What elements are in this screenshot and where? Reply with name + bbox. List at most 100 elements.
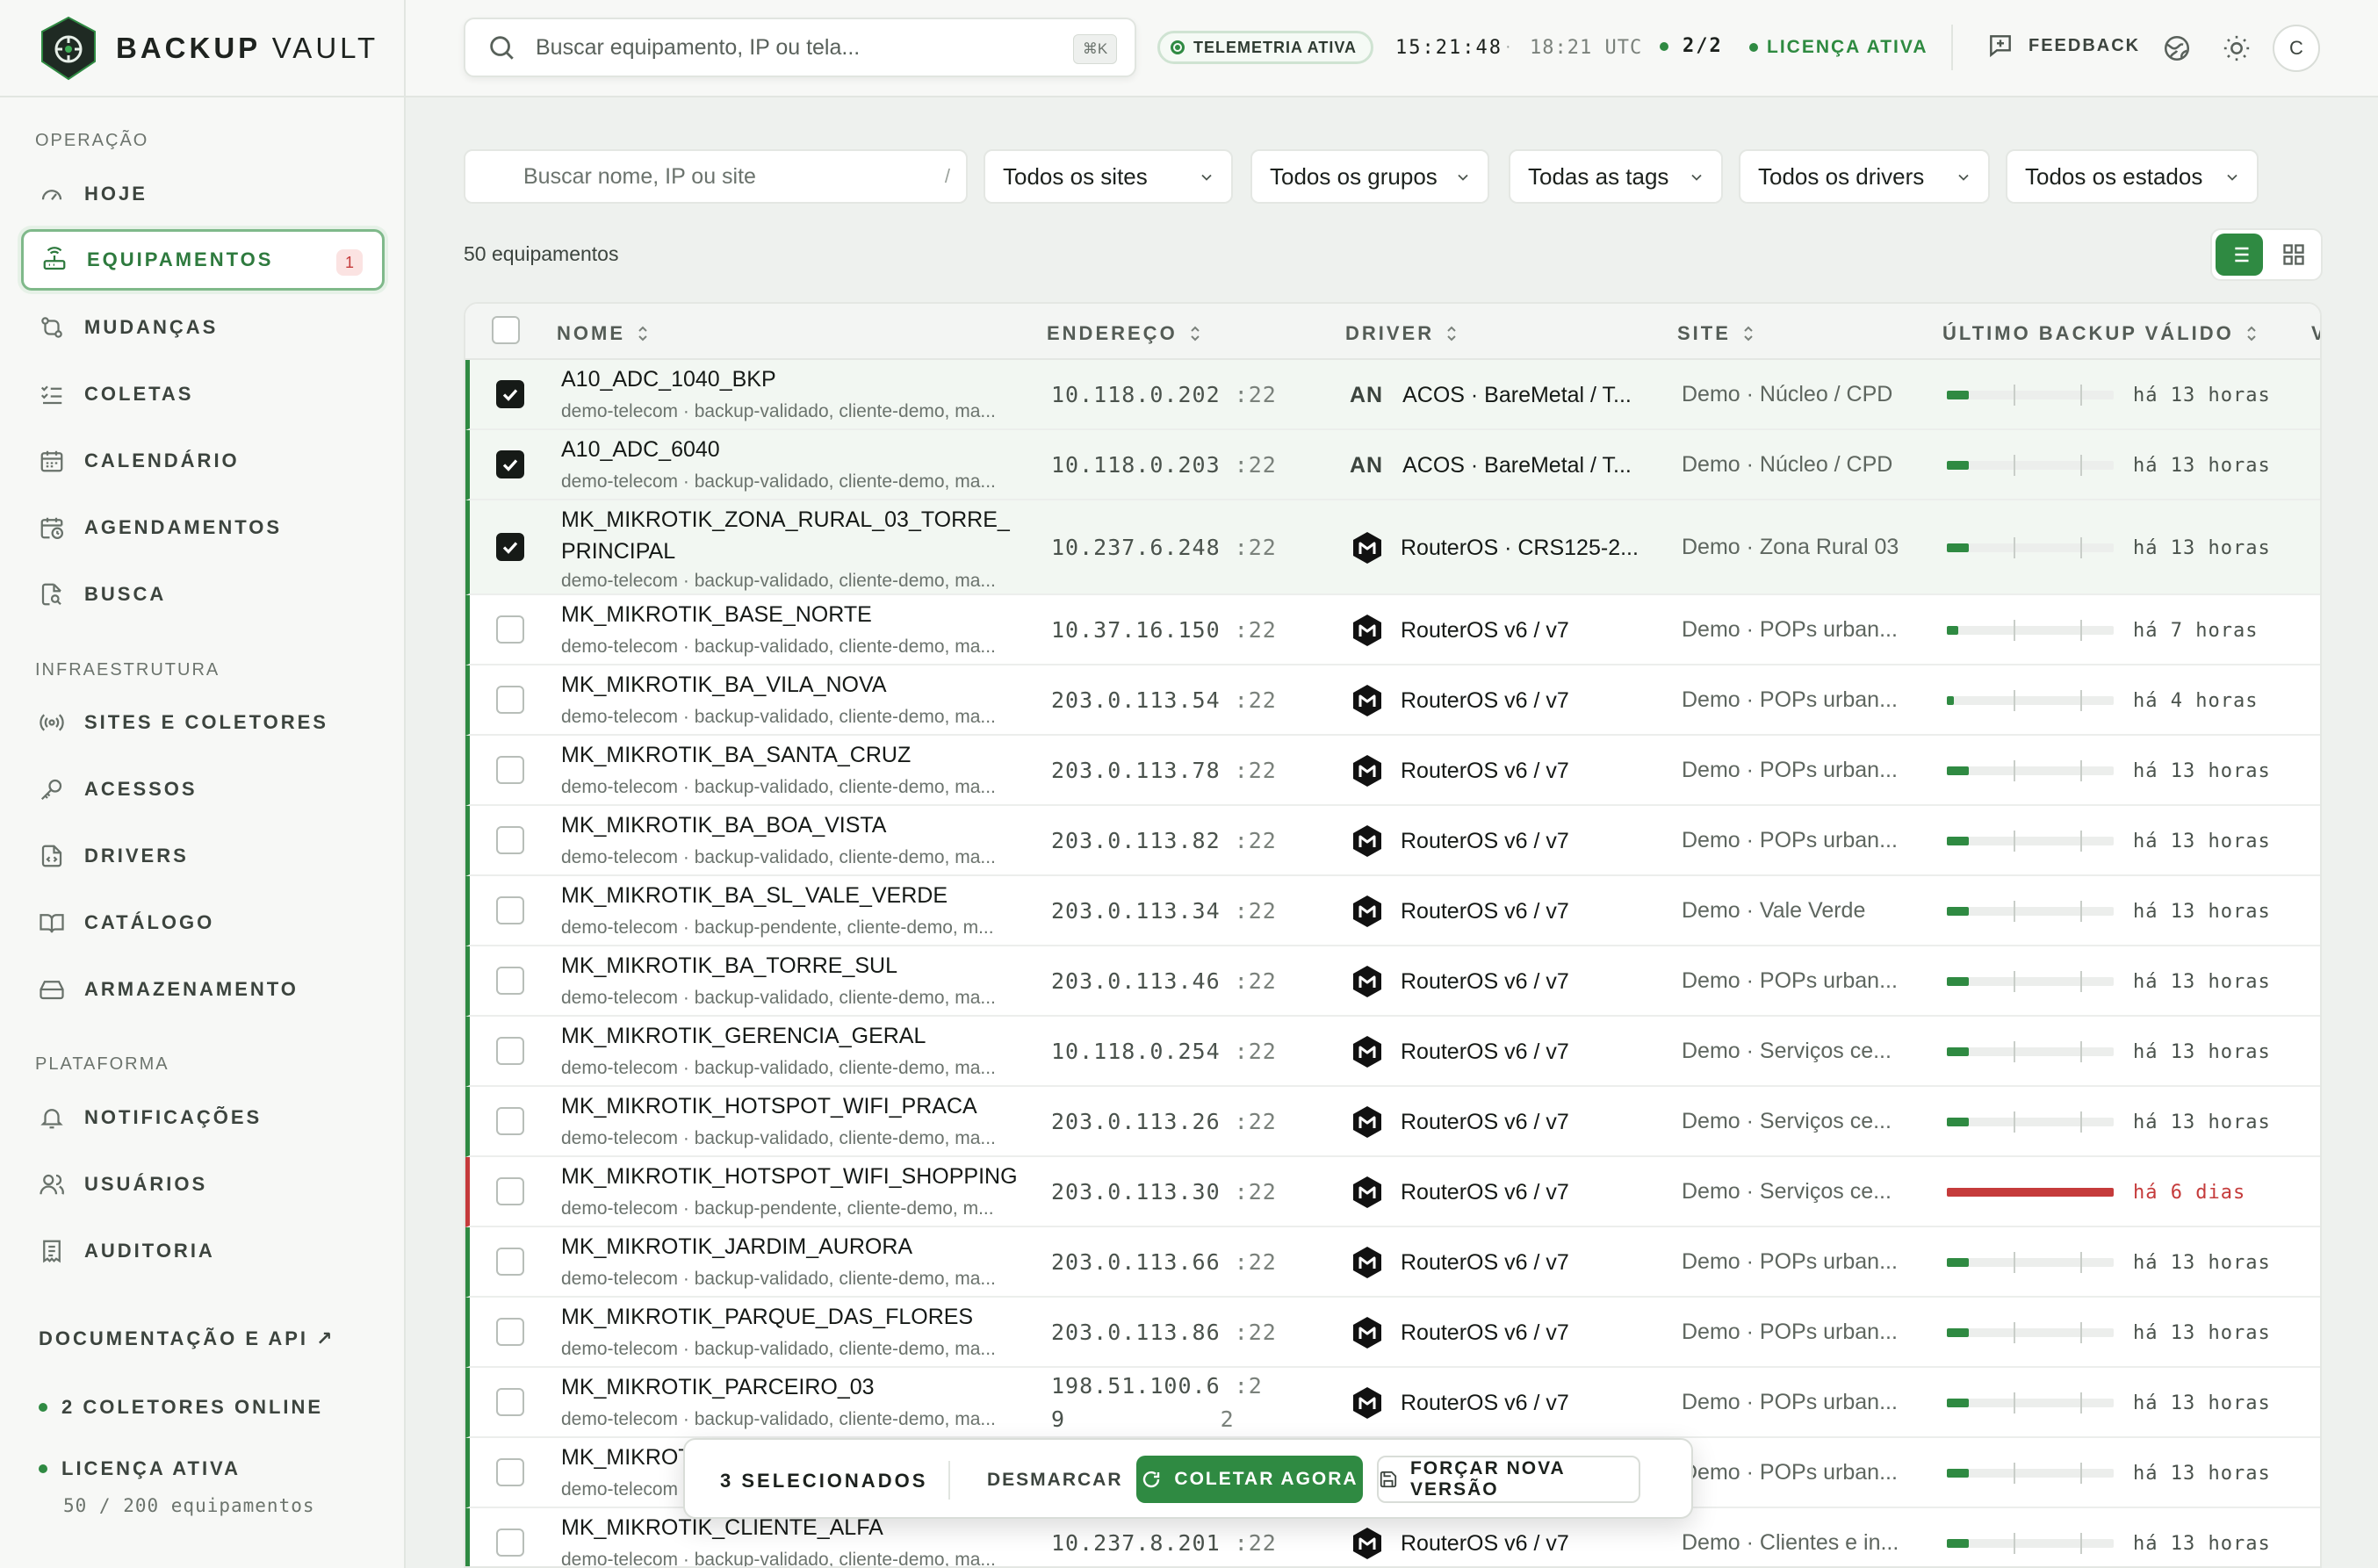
mikrotik-logo-icon	[1353, 895, 1381, 927]
sidebar-item-sites[interactable]: SITES E COLETORES	[21, 692, 385, 753]
column-header-backup[interactable]: ÚLTIMO BACKUP VÁLIDO	[1942, 322, 2259, 345]
row-name[interactable]: MK_MIKROTIK_HOTSPOT_WIFI_SHOPPING	[561, 1161, 1018, 1193]
sidebar-item-auditoria[interactable]: AUDITORIA	[21, 1220, 385, 1282]
sidebar-item-mudancas[interactable]: MUDANÇAS	[21, 297, 385, 358]
row-name[interactable]: MK_MIKROTIK_HOTSPOT_WIFI_PRACA	[561, 1090, 977, 1123]
backup-age-text: há 13 horas	[2133, 1462, 2271, 1485]
grid-view-button[interactable]	[2270, 234, 2317, 276]
row-checkbox[interactable]	[496, 1528, 524, 1557]
row-checkbox[interactable]	[496, 1107, 524, 1135]
list-view-button[interactable]	[2216, 234, 2263, 276]
row-checkbox[interactable]	[496, 1037, 524, 1065]
table-row[interactable]: MK_MIKROTIK_PARCEIRO_03 demo-telecom · ba…	[465, 1368, 2320, 1438]
row-name[interactable]: MK_MIKROTIK_BASE_NORTE	[561, 599, 872, 631]
unselect-button[interactable]: DESMARCAR	[987, 1470, 1123, 1491]
row-name[interactable]: A10_ADC_1040_BKP	[561, 363, 776, 396]
row-tags: demo-telecom · backup-validado, cliente-…	[561, 1269, 996, 1289]
collect-now-button[interactable]: COLETAR AGORA	[1136, 1456, 1363, 1503]
sidebar-item-usuarios[interactable]: USUÁRIOS	[21, 1154, 385, 1215]
row-name[interactable]: MK_MIKROTIK_ZONA_RURAL_03_TORRE_	[561, 504, 1010, 536]
table-row[interactable]: MK_MIKROTIK_PARQUE_DAS_FLORES demo-teleco…	[465, 1298, 2320, 1368]
table-row[interactable]: MK_MIKROTIK_HOTSPOT_WIFI_SHOPPING demo-te…	[465, 1157, 2320, 1227]
sidebar-item-calendario[interactable]: CALENDÁRIO	[21, 430, 385, 492]
row-name[interactable]: MK_MIKROT	[561, 1442, 692, 1474]
table-row[interactable]: MK_MIKROTIK_BA_BOA_VISTA demo-telecom · b…	[465, 806, 2320, 876]
row-checkbox[interactable]	[496, 756, 524, 784]
row-checkbox[interactable]	[496, 967, 524, 995]
sidebar-item-coletas[interactable]: COLETAS	[21, 363, 385, 425]
backup-age-bar	[1947, 1252, 2114, 1273]
column-header-address[interactable]: ENDEREÇO	[1047, 322, 1202, 345]
row-checkbox[interactable]	[496, 615, 524, 644]
row-name[interactable]: MK_MIKROTIK_BA_SANTA_CRUZ	[561, 739, 911, 772]
docs-api-link[interactable]: DOCUMENTAÇÃO E API ↗	[39, 1327, 335, 1350]
sidebar-item-notificacoes[interactable]: NOTIFICAÇÕES	[21, 1087, 385, 1148]
user-avatar[interactable]: C	[2273, 25, 2320, 72]
row-checkbox[interactable]	[496, 380, 524, 408]
column-header-next[interactable]: V	[2311, 322, 2320, 345]
table-row[interactable]: MK_MIKROTIK_BA_SANTA_CRUZ demo-telecom · …	[465, 736, 2320, 806]
row-name[interactable]: MK_MIKROTIK_BA_TORRE_SUL	[561, 950, 897, 982]
filter-states-select[interactable]: Todos os estados	[2006, 149, 2259, 204]
sidebar-item-hoje[interactable]: HOJE	[21, 163, 385, 225]
bar-tick	[2080, 831, 2082, 852]
row-checkbox[interactable]	[496, 896, 524, 924]
row-name[interactable]: MK_MIKROTIK_BA_SL_VALE_VERDE	[561, 880, 948, 912]
column-header-driver[interactable]: DRIVER	[1345, 322, 1459, 345]
row-name-continued[interactable]: PRINCIPAL	[561, 536, 675, 568]
globe-icon[interactable]	[2162, 33, 2192, 63]
row-name[interactable]: MK_MIKROTIK_BA_VILA_NOVA	[561, 669, 887, 701]
sidebar-item-catalogo[interactable]: CATÁLOGO	[21, 892, 385, 953]
force-new-version-button[interactable]: FORÇAR NOVA VERSÃO	[1377, 1456, 1640, 1503]
table-row[interactable]: A10_ADC_1040_BKP demo-telecom · backup-va…	[465, 360, 2320, 430]
sidebar-item-agendamentos[interactable]: AGENDAMENTOS	[21, 497, 385, 558]
collectors-status[interactable]: 2/2	[1660, 35, 1723, 57]
table-row[interactable]: MK_MIKROTIK_JARDIM_AURORA demo-telecom · …	[465, 1227, 2320, 1298]
row-checkbox[interactable]	[496, 686, 524, 714]
row-checkbox[interactable]	[496, 533, 524, 561]
global-search[interactable]: Buscar equipamento, IP ou tela... ⌘K	[464, 18, 1136, 77]
table-row[interactable]: MK_MIKROTIK_HOTSPOT_WIFI_PRACA demo-telec…	[465, 1087, 2320, 1157]
brand[interactable]: BACKUP VAULT	[0, 0, 404, 97]
column-header-name[interactable]: NOME	[557, 322, 650, 345]
row-driver: RouterOS v6 / v7	[1350, 824, 1569, 859]
sun-icon[interactable]	[2222, 33, 2252, 63]
column-header-site[interactable]: SITE	[1677, 322, 1755, 345]
row-name[interactable]: A10_ADC_6040	[561, 434, 720, 466]
row-checkbox[interactable]	[496, 1177, 524, 1205]
table-row[interactable]: MK_MIKROTIK_GERENCIA_GERAL demo-telecom ·…	[465, 1017, 2320, 1087]
filter-tags-select[interactable]: Todas as tags	[1509, 149, 1723, 204]
filter-sites-select[interactable]: Todos os sites	[984, 149, 1233, 204]
backup-age-fill	[1947, 1328, 1969, 1337]
sidebar-item-equipamentos[interactable]: EQUIPAMENTOS 1	[21, 229, 385, 291]
feedback-button[interactable]: FEEDBACK	[1986, 32, 2140, 60]
row-name[interactable]: MK_MIKROTIK_PARQUE_DAS_FLORES	[561, 1301, 973, 1334]
row-name[interactable]: MK_MIKROTIK_GERENCIA_GERAL	[561, 1020, 926, 1053]
row-checkbox[interactable]	[496, 1248, 524, 1276]
row-checkbox[interactable]	[496, 450, 524, 478]
table-row[interactable]: MK_MIKROTIK_BA_SL_VALE_VERDE demo-telecom…	[465, 876, 2320, 946]
table-row[interactable]: A10_ADC_6040 demo-telecom · backup-valida…	[465, 430, 2320, 500]
select-all-checkbox[interactable]	[492, 316, 520, 344]
sidebar-item-acessos[interactable]: ACESSOS	[21, 759, 385, 820]
row-name[interactable]: MK_MIKROTIK_JARDIM_AURORA	[561, 1231, 912, 1263]
filter-groups-select[interactable]: Todos os grupos	[1250, 149, 1489, 204]
row-name[interactable]: MK_MIKROTIK_BA_BOA_VISTA	[561, 809, 886, 842]
sidebar-item-busca[interactable]: BUSCA	[21, 564, 385, 625]
driver-label: RouterOS v6 / v7	[1401, 968, 1569, 994]
row-checkbox[interactable]	[496, 1388, 524, 1416]
filter-search-input[interactable]: Buscar nome, IP ou site /	[464, 149, 968, 204]
table-row[interactable]: MK_MIKROTIK_BASE_NORTE demo-telecom · bac…	[465, 595, 2320, 665]
license-status[interactable]: LICENÇA ATIVA	[1749, 37, 1928, 58]
table-row[interactable]: MK_MIKROTIK_ZONA_RURAL_03_TORRE_ PRINCIPA…	[465, 500, 2320, 595]
sidebar-item-drivers[interactable]: DRIVERS	[21, 825, 385, 887]
row-checkbox[interactable]	[496, 1318, 524, 1346]
row-checkbox[interactable]	[496, 826, 524, 854]
filter-drivers-select[interactable]: Todos os drivers	[1739, 149, 1990, 204]
table-row[interactable]: MK_MIKROTIK_BA_TORRE_SUL demo-telecom · b…	[465, 946, 2320, 1017]
row-checkbox[interactable]	[496, 1458, 524, 1486]
sidebar-item-armazenamento[interactable]: ARMAZENAMENTO	[21, 959, 385, 1020]
backup-age-bar	[1947, 1111, 2114, 1133]
row-name[interactable]: MK_MIKROTIK_PARCEIRO_03	[561, 1371, 875, 1404]
table-row[interactable]: MK_MIKROTIK_BA_VILA_NOVA demo-telecom · b…	[465, 665, 2320, 736]
